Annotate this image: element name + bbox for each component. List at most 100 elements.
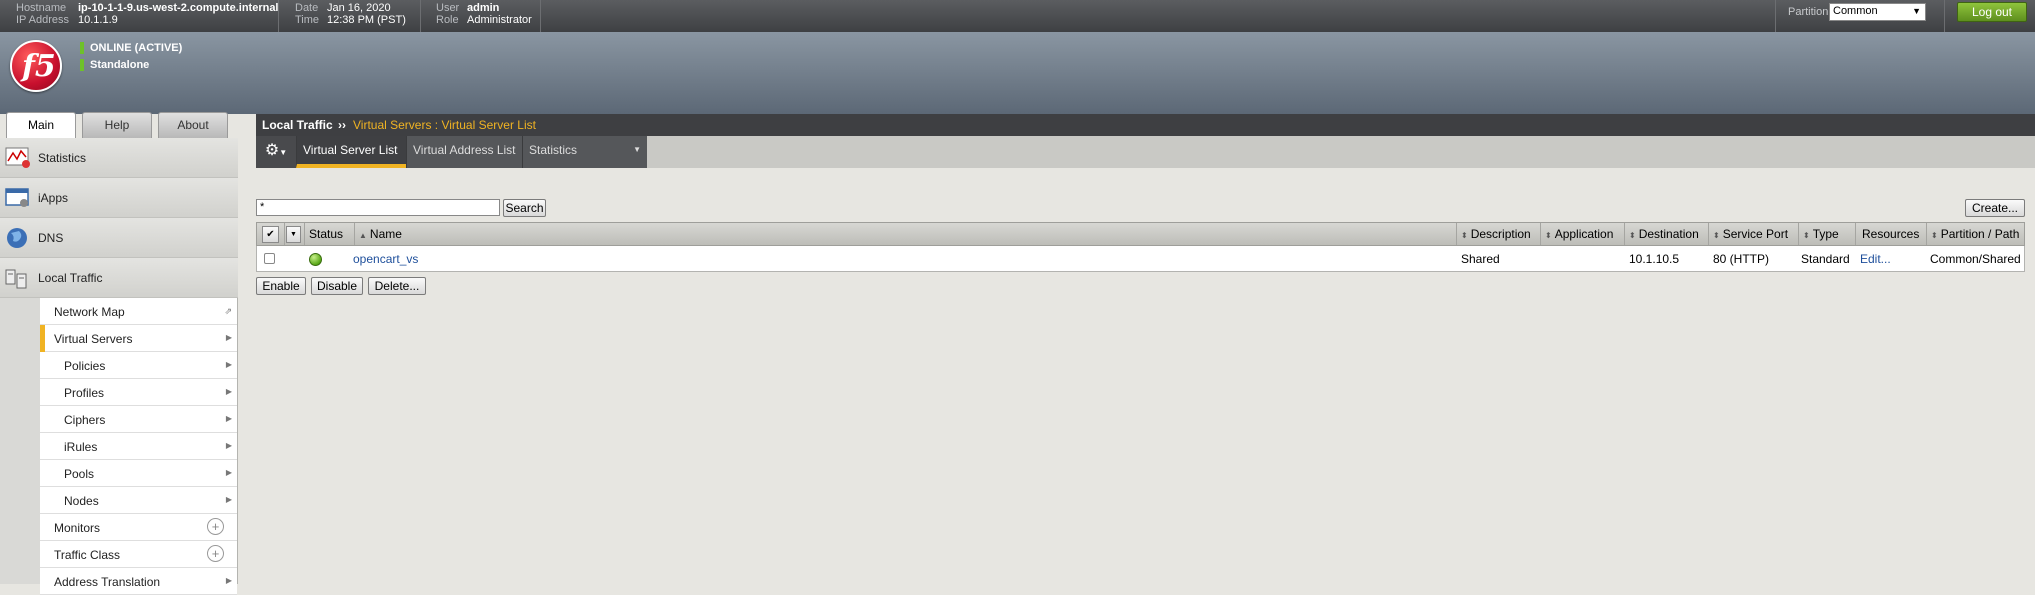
sidebar-item-label: Pools (64, 467, 95, 481)
divider (540, 0, 541, 32)
tab-main[interactable]: Main (6, 112, 76, 139)
statistics-icon (5, 147, 30, 168)
ip-row: IP Address 10.1.1.9 (16, 13, 118, 27)
sidebar-item-profiles[interactable]: Profiles ▶ (40, 379, 237, 406)
sidebar-item-network-map[interactable]: Network Map ⇗ (40, 298, 237, 325)
divider (278, 0, 279, 32)
resources-edit-link[interactable]: Edit... (1860, 252, 1891, 266)
sidebar-item-label: Virtual Servers (54, 332, 133, 346)
chevron-right-icon: ▶ (225, 441, 232, 450)
chevron-right-icon: ▶ (225, 468, 232, 477)
disable-button[interactable]: Disable (311, 277, 363, 295)
sidebar-item-irules[interactable]: iRules ▶ (40, 433, 237, 460)
device-mode: Standalone (90, 59, 150, 71)
partition-value: Common (1833, 5, 1878, 17)
column-name[interactable]: ▲ Name (355, 223, 1457, 245)
tab-virtual-server-list[interactable]: Virtual Server List (296, 136, 406, 168)
top-info-bar: Hostname ip-10-1-1-9.us-west-2.compute.in… (0, 0, 2035, 32)
tab-virtual-address-list[interactable]: Virtual Address List (406, 136, 522, 168)
chevron-right-icon: ▶ (225, 414, 232, 423)
sidebar-item-label: Profiles (64, 386, 105, 400)
sort-icon: ⬍ (1713, 231, 1720, 240)
column-label: Description (1470, 227, 1531, 241)
tab-statistics[interactable]: Statistics ▼ (522, 136, 647, 168)
column-partition[interactable]: ⬍ Partition / Path (1927, 223, 2024, 245)
sidebar-item-nodes[interactable]: Nodes ▶ (40, 487, 237, 514)
divider (420, 0, 421, 32)
column-label: Application (1554, 227, 1614, 241)
mode-indicator (80, 59, 84, 71)
sort-ascending-icon: ▲ (359, 231, 367, 240)
sidebar-item-label: Network Map (54, 305, 125, 319)
column-service-port[interactable]: ⬍ Service Port (1709, 223, 1799, 245)
table-header: ✔ ▼ Status ▲ Name ⬍ Description ⬍ Applicati… (256, 222, 2025, 246)
time-label: Time (295, 14, 320, 26)
popout-icon: ⇗ (224, 306, 232, 316)
delete-button[interactable]: Delete... (368, 277, 426, 295)
chevron-right-icon: ▶ (225, 495, 232, 504)
logo-text: f5 (22, 49, 56, 84)
column-description[interactable]: ⬍ Description (1457, 223, 1541, 245)
column-resources: Resources (1856, 223, 1927, 245)
add-icon[interactable]: + (207, 518, 224, 535)
column-label: Name (369, 227, 402, 241)
column-application[interactable]: ⬍ Application (1541, 223, 1625, 245)
sidebar-item-label: Ciphers (64, 413, 106, 427)
sidebar-item-policies[interactable]: Policies ▶ (40, 352, 237, 379)
status-indicator (80, 42, 84, 54)
role-label: Role (436, 14, 459, 26)
column-status[interactable]: Status (305, 223, 355, 245)
search-input[interactable]: * (256, 199, 500, 216)
iapps-icon (5, 188, 29, 207)
sidebar-item-monitors[interactable]: Monitors + (40, 514, 237, 541)
sidebar-item-label: Address Translation (54, 575, 161, 589)
breadcrumb-section[interactable]: Local Traffic (262, 118, 333, 132)
row-checkbox[interactable] (264, 253, 275, 264)
gear-icon[interactable]: ⚙▼ (256, 136, 296, 168)
nav-label: DNS (38, 231, 64, 245)
add-icon[interactable]: + (207, 545, 224, 562)
nav-iapps[interactable]: iApps (0, 178, 238, 218)
sidebar-item-address-translation[interactable]: Address Translation ▶ (40, 568, 237, 595)
chevron-right-icon: ▶ (225, 333, 232, 342)
column-type[interactable]: ⬍ Type (1799, 223, 1856, 245)
column-destination[interactable]: ⬍ Destination (1625, 223, 1709, 245)
select-all-cell: ✔ (257, 223, 285, 245)
search-button[interactable]: Search (503, 199, 546, 217)
nav-local-traffic[interactable]: Local Traffic (0, 258, 238, 298)
sidebar-item-virtual-servers[interactable]: Virtual Servers ▶ (40, 325, 237, 352)
sidebar-item-ciphers[interactable]: Ciphers ▶ (40, 406, 237, 433)
cell-partition: Common/Shared (1930, 252, 2021, 266)
partition-select[interactable]: Common ▼ (1829, 3, 1926, 21)
column-label: Service Port (1722, 227, 1789, 241)
status-available-icon (309, 253, 322, 266)
enable-button[interactable]: Enable (256, 277, 306, 295)
chevron-down-icon: ▼ (633, 145, 641, 154)
select-menu-cell: ▼ (285, 223, 305, 245)
select-all-checkbox[interactable]: ✔ (262, 226, 279, 243)
divider (1944, 0, 1945, 32)
sort-icon: ⬍ (1461, 231, 1468, 240)
virtual-server-name-link[interactable]: opencart_vs (353, 252, 418, 266)
create-button[interactable]: Create... (1965, 199, 2025, 217)
nav-label: iApps (38, 191, 69, 205)
chevron-down-icon: ▼ (1912, 6, 1921, 16)
sidebar-item-pools[interactable]: Pools ▶ (40, 460, 237, 487)
nav-statistics[interactable]: Statistics (0, 138, 238, 178)
logout-button[interactable]: Log out (1957, 2, 2027, 22)
sidebar-item-label: Nodes (64, 494, 99, 508)
sidebar-item-traffic-class[interactable]: Traffic Class + (40, 541, 237, 568)
time-row: Time 12:38 PM (PST) (295, 13, 406, 27)
chevron-down-icon[interactable]: ▼ (286, 226, 301, 243)
tab-help[interactable]: Help (82, 112, 152, 138)
header-band: f5 ONLINE (ACTIVE) Standalone (0, 32, 2035, 114)
role-row: Role Administrator (436, 13, 532, 27)
sort-icon: ⬍ (1803, 231, 1810, 240)
tab-label: Statistics (529, 143, 578, 157)
globe-icon (7, 228, 27, 248)
sidebar-item-label: Monitors (54, 521, 101, 535)
nav-dns[interactable]: DNS (0, 218, 238, 258)
left-navigation: Statistics iApps DNS Local Traffic Netwo… (0, 138, 238, 595)
ip-value: 10.1.1.9 (78, 14, 118, 26)
tab-about[interactable]: About (158, 112, 228, 138)
